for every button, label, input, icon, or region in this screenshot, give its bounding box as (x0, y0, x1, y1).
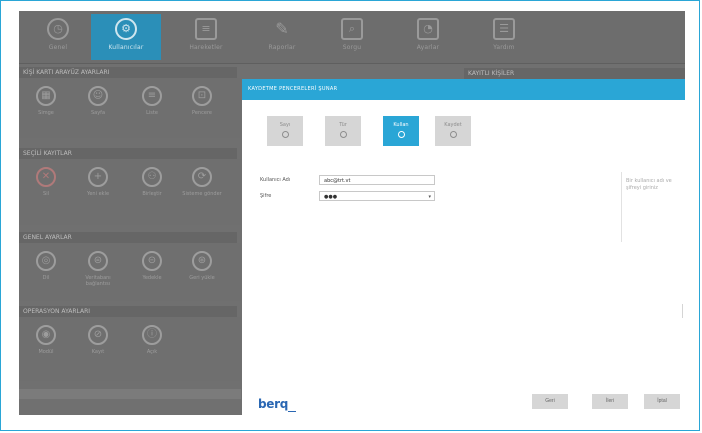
user-gear-icon: ⚙ (115, 18, 137, 40)
globe-icon: ◎ (36, 251, 56, 271)
database-button[interactable]: ⊜ Veritabanı bağlantısı (75, 251, 121, 287)
cube-icon: ◉ (36, 325, 56, 345)
mode-button-type[interactable]: Tür (325, 116, 361, 146)
list-circle-icon: ≡ (142, 86, 162, 106)
save-dialog: KAYDETME PENCERELERİ ŞUNAR Sayı Tür Kull… (242, 79, 685, 415)
id-icon: ⊡ (192, 86, 212, 106)
password-label: Şifre (260, 193, 272, 199)
username-field[interactable]: abc@trt.vt (319, 175, 435, 185)
panel-title-interface: KİŞİ KARTI ARAYÜZ AYARLARI (19, 67, 237, 78)
mode-button-use[interactable]: Kullan (383, 116, 419, 146)
app-window: ◷ Genel ⚙ Kullanıcılar ≡ Hareketler ✎ Ra… (19, 11, 685, 415)
section-interface: ▦ Simge ☺ Sayfa ≡ Liste ⊡ Pencere (19, 78, 241, 138)
helper-text: Bir kullanıcı adı ve şifreyi giriniz (621, 172, 685, 242)
section-selected: ✕ Sil + Yeni ekle ⚇ Birleştir ⟳ Sisteme gönd… (19, 159, 241, 225)
restore-button[interactable]: ⊛ Geri yükle (179, 251, 225, 281)
interface-button-page[interactable]: ☺ Sayfa (75, 86, 121, 116)
language-button[interactable]: ◎ Dil (23, 251, 69, 281)
toolbar-item-reports[interactable]: ✎ Raporlar (247, 14, 317, 60)
brand-logo: berq (258, 397, 297, 412)
password-field[interactable]: ●●● ▾ (319, 191, 435, 201)
box-icon (339, 131, 347, 138)
dialog-title: KAYDETME PENCERELERİ ŞUNAR (242, 79, 685, 100)
delete-icon: ✕ (36, 167, 56, 187)
slash-icon: ⊘ (88, 325, 108, 345)
toolbar-item-settings[interactable]: ◔ Ayarlar (393, 14, 463, 60)
clock-icon (281, 131, 289, 138)
section-operation: ◉ Modül ⊘ Kayıt ⓘ Açık (19, 317, 241, 381)
record-button[interactable]: ⊘ Kayıt (75, 325, 121, 355)
toolbar-item-help[interactable]: ☰ Yardım (469, 14, 539, 60)
backup-icon: ⊝ (142, 251, 162, 271)
restore-icon: ⊛ (192, 251, 212, 271)
backup-button[interactable]: ⊝ Yedekle (129, 251, 175, 281)
password-value: ●●● (324, 194, 338, 200)
open-button[interactable]: ⓘ Açık (129, 325, 175, 355)
pencil-icon: ✎ (275, 19, 289, 38)
username-label: Kullanıcı Adı (260, 177, 291, 183)
merge-button[interactable]: ⚇ Birleştir (129, 167, 175, 197)
toolbar-item-users[interactable]: ⚙ Kullanıcılar (91, 14, 161, 60)
mode-button-count[interactable]: Sayı (267, 116, 303, 146)
interface-button-list[interactable]: ≡ Liste (129, 86, 175, 116)
interface-button-icon[interactable]: ▦ Simge (23, 86, 69, 116)
panel-title-saved: KAYITLI KİŞİLER (464, 68, 685, 79)
interface-button-window[interactable]: ⊡ Pencere (179, 86, 225, 116)
next-button[interactable]: İleri (592, 394, 628, 409)
back-button[interactable]: Geri (532, 394, 568, 409)
section-general: ◎ Dil ⊜ Veritabanı bağlantısı ⊝ Yedekle ⊛ Ge… (19, 243, 241, 301)
chevron-down-icon[interactable]: ▾ (428, 192, 431, 202)
search-icon: ⌕ (341, 18, 363, 40)
check-circle-icon (397, 131, 405, 138)
document-icon: ☰ (493, 18, 515, 40)
scroll-handle[interactable] (682, 304, 683, 318)
group-icon: ⚇ (142, 167, 162, 187)
main-toolbar: ◷ Genel ⚙ Kullanıcılar ≡ Hareketler ✎ Ra… (19, 11, 685, 64)
toolbar-item-movements[interactable]: ≡ Hareketler (171, 14, 241, 60)
module-button[interactable]: ◉ Modül (23, 325, 69, 355)
toolbar-item-general[interactable]: ◷ Genel (23, 14, 93, 60)
send-button[interactable]: ⟳ Sisteme gönder (179, 167, 225, 197)
mode-button-save[interactable]: Kaydet (435, 116, 471, 146)
list-icon: ≡ (195, 18, 217, 40)
toolbar-item-search[interactable]: ⌕ Sorgu (317, 14, 387, 60)
status-strip (19, 389, 241, 399)
plus-icon: + (88, 167, 108, 187)
database-icon: ⊜ (88, 251, 108, 271)
panel-title-operation: OPERASYON AYARLARI (19, 306, 237, 317)
refresh-icon: ⟳ (192, 167, 212, 187)
clock-small-icon: ◔ (417, 18, 439, 40)
panel-title-selected: SEÇİLİ KAYITLAR (19, 148, 237, 159)
panel-title-general: GENEL AYARLAR (19, 232, 237, 243)
info-icon: ⓘ (142, 325, 162, 345)
smile-icon: ☺ (88, 86, 108, 106)
delete-button[interactable]: ✕ Sil (23, 167, 69, 197)
grid-icon: ▦ (36, 86, 56, 106)
add-new-button[interactable]: + Yeni ekle (75, 167, 121, 197)
save-icon (449, 131, 457, 138)
clock-icon: ◷ (47, 18, 69, 40)
cancel-button[interactable]: İptal (644, 394, 680, 409)
